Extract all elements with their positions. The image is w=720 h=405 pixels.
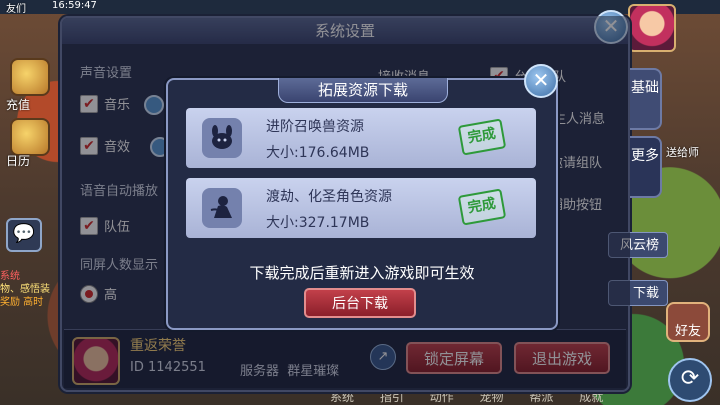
refresh-icon[interactable]: ⟳ [668,358,712,402]
friend-label: 好友 [674,324,701,339]
resource-name: 进阶召唤兽资源 [266,119,364,135]
clock-time: 16:59:47 [52,0,97,11]
top-left-label: 友们 [6,4,26,15]
menu-action[interactable]: 动作 [430,390,454,404]
background-download-button[interactable]: 后台下载 [304,288,416,318]
calendar-label: 日历 [6,154,31,168]
pet-resource-icon [202,118,242,158]
resource-name: 渡劫、化圣角色资源 [266,189,392,205]
menu-pet[interactable]: 宠物 [480,390,504,404]
complete-stamp: 完成 [457,118,507,156]
menu-guide[interactable]: 指引 [380,390,404,404]
resource-size: 大小:327.17MB [266,215,370,231]
resource-item: 进阶召唤兽资源 大小:176.64MB 完成 [186,108,536,168]
companion-avatar[interactable] [628,4,676,52]
recharge-label: 充值 [6,98,31,112]
menu-achievement[interactable]: 成就 [579,390,603,404]
resource-item: 渡劫、化圣角色资源 大小:327.17MB 完成 [186,178,536,238]
chat-icon[interactable]: 💬 [6,218,42,252]
tab-basic-label: 基础 [631,80,659,96]
dialog-close-icon[interactable]: ✕ [524,64,558,98]
tab-more-label: 更多 [631,148,659,164]
friend-button[interactable]: 好友 [666,302,710,342]
tab-more[interactable]: 更多 [628,136,662,198]
tab-basic[interactable]: 基础 [628,68,662,130]
character-resource-icon [202,188,242,228]
gift-label: 送给师 [666,146,699,159]
recharge-icon[interactable] [10,58,50,96]
dialog-title: 拓展资源下载 [278,78,448,103]
calendar-icon[interactable] [10,118,50,156]
dialog-message: 下载完成后重新进入游戏即可生效 [249,264,475,282]
menu-guild[interactable]: 帮派 [529,390,553,404]
menu-system[interactable]: 系统 [330,390,354,404]
resource-size: 大小:176.64MB [266,145,370,161]
resource-download-dialog: 拓展资源下载 进阶召唤兽资源 大小:176.64MB 完成 渡劫、化圣角色资源 … [166,78,558,330]
complete-stamp: 完成 [457,188,507,226]
